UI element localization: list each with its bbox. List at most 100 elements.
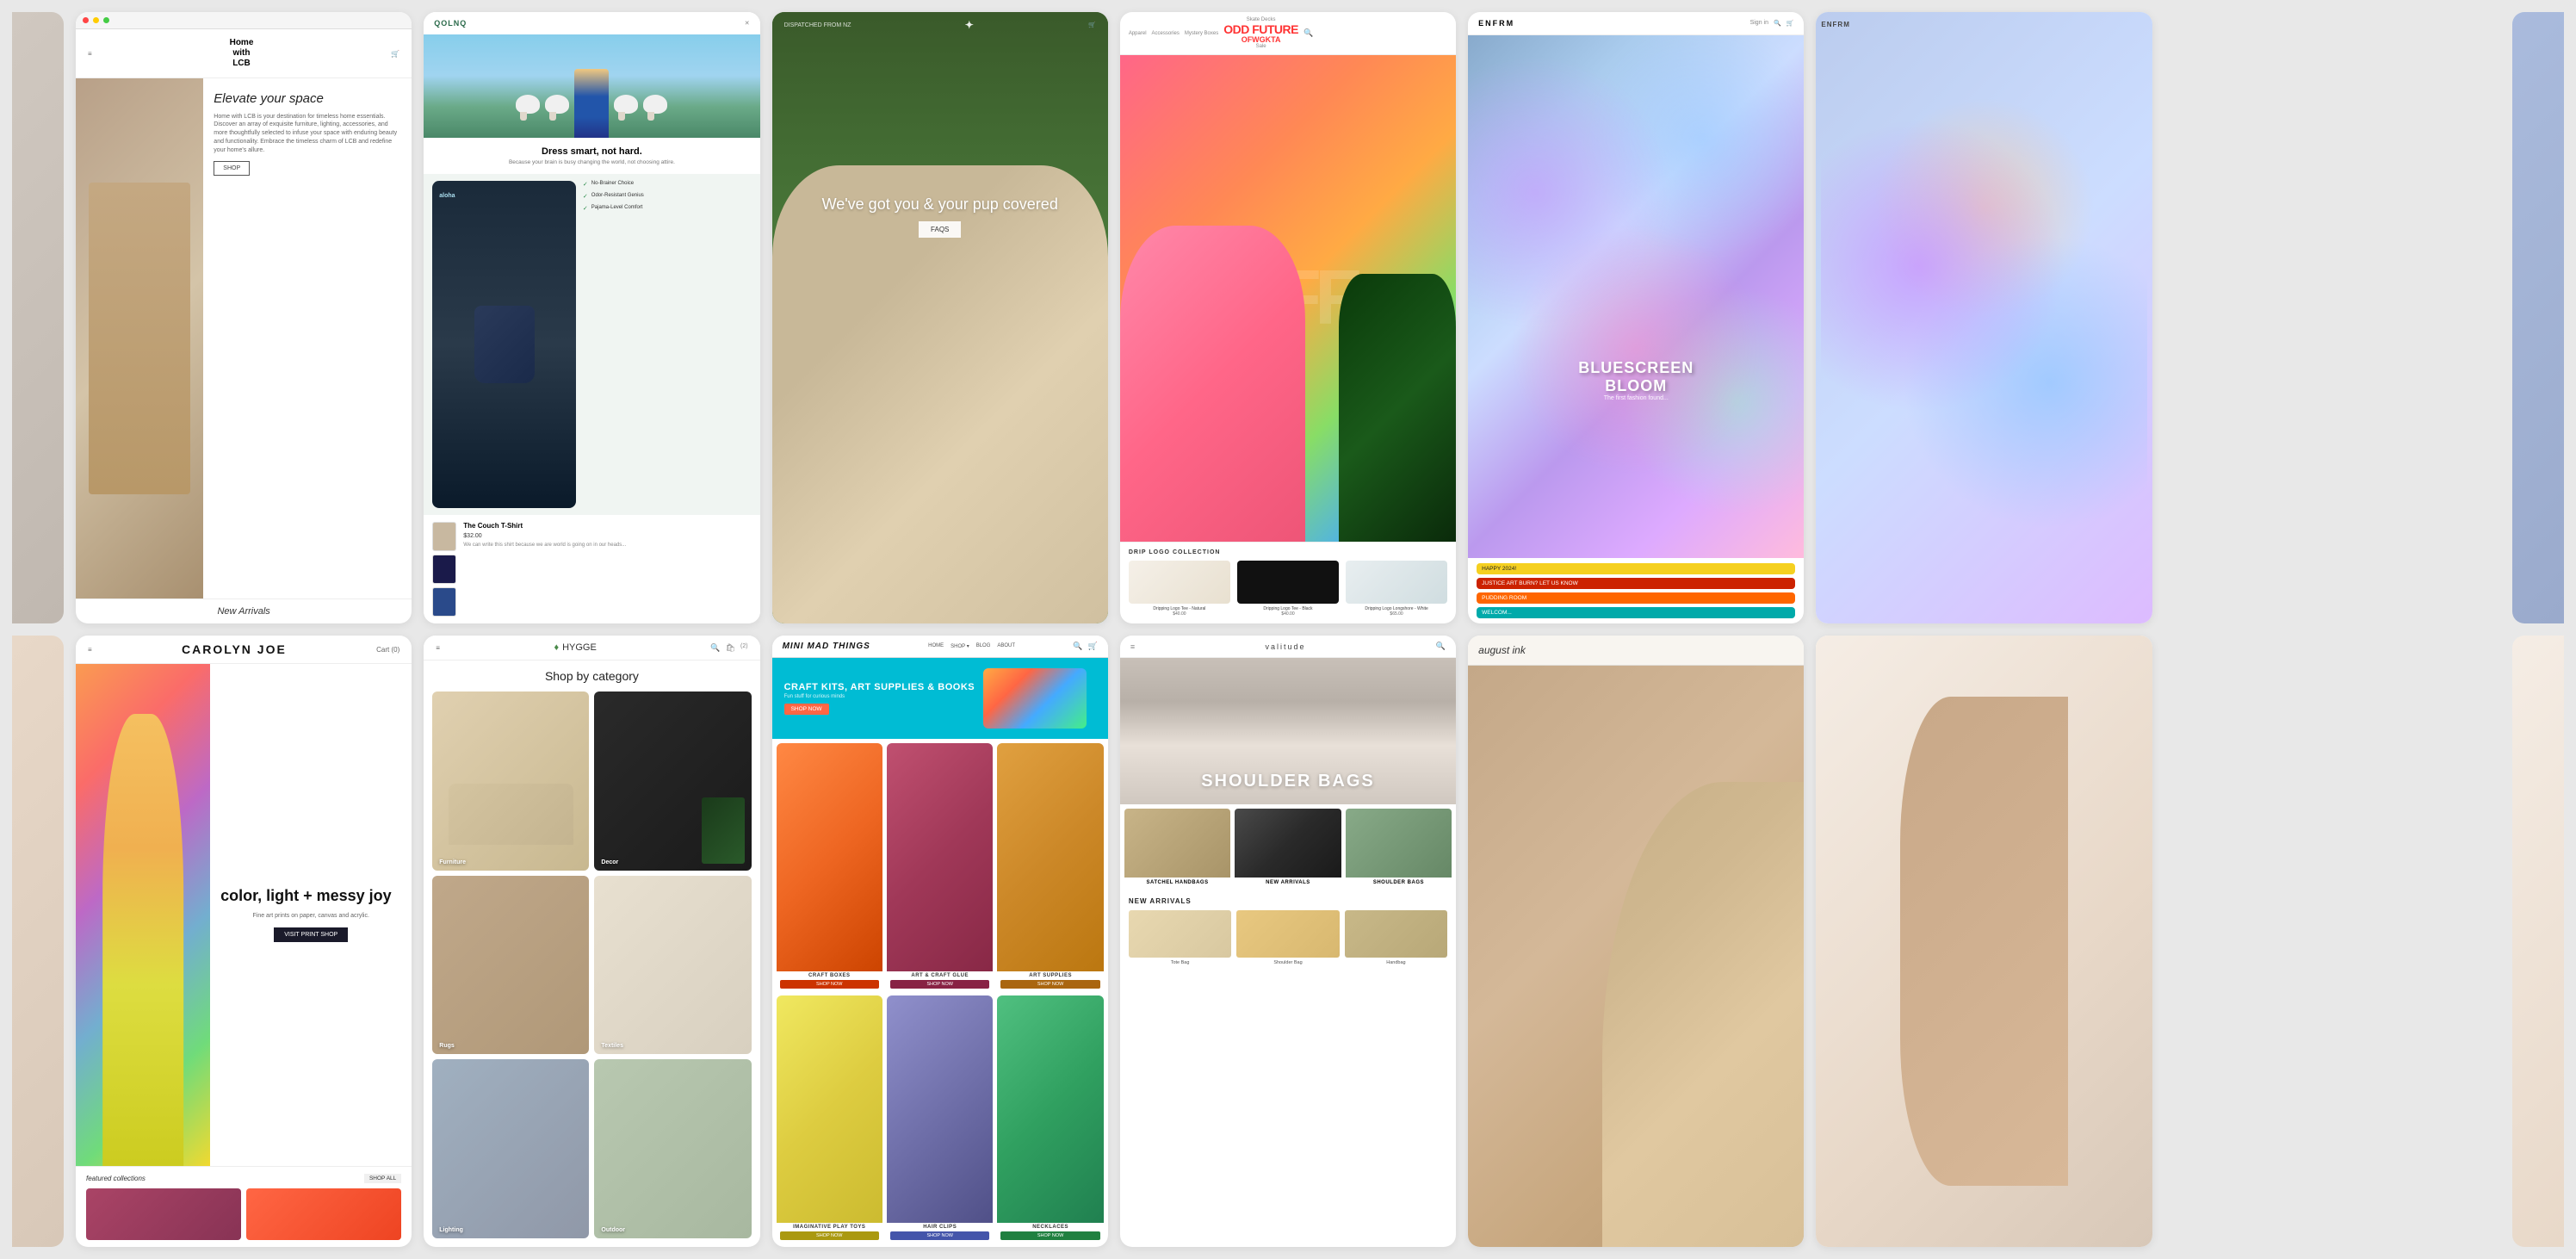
mini-cat-art-supplies-btn[interactable]: SHOP NOW [1000,980,1099,989]
bloom-header: ENFRM Sign in 🔍 🛒 [1468,12,1804,35]
odd-product-3[interactable]: Dripping Logo Longshore - White $65.00 [1346,561,1447,617]
valitude-menu[interactable]: ≡ [1130,642,1135,651]
mini-cat-craft-boxes-btn[interactable]: SHOP NOW [780,980,879,989]
mini-categories-grid: CRAFT BOXES SHOP NOW ART & CRAFT GLUE SH… [772,739,1108,1247]
aloha-close[interactable]: ✕ [745,20,750,27]
hygge-cat-decor[interactable]: Decor [594,692,751,871]
lcb-cart-icon[interactable]: 🛒 [391,50,399,58]
hygge-menu[interactable]: ≡ [436,644,440,652]
mini-cat-necklaces[interactable]: NECKLACES SHOP NOW [997,995,1103,1243]
tshirt-thumb-3[interactable] [432,587,456,617]
mini-cat-craft-boxes[interactable]: CRAFT BOXES SHOP NOW [777,743,882,991]
bloom-header-actions: Sign in 🔍 🛒 [1750,20,1794,27]
hygge-search-icon[interactable]: 🔍 [710,643,720,653]
odd-product-img-1 [1129,561,1230,604]
mini-nav-shop[interactable]: SHOP ▾ [951,643,969,649]
lcb-body: Elevate your space Home with LCB is your… [76,78,412,598]
aloha-features: No-Brainer Choice Odor-Resistant Genius … [583,181,752,508]
lcb-shop-button[interactable]: SHOP [214,161,250,176]
odd-nav-accessories[interactable]: Accessories [1152,31,1180,36]
carolyn-collections-header: featured collections SHOP ALL [86,1174,401,1183]
hygge-furniture-img [432,692,589,871]
valitude-cat-new-arrivals[interactable]: NEW ARRIVALS [1235,809,1341,888]
carolyn-text-block: color, light + messy joy Fine art prints… [210,664,412,1166]
mini-cat-hair-clips-label: HAIR CLIPS [887,1223,993,1231]
bloom-link-happy[interactable]: HAPPY 2024! [1477,563,1795,574]
carolyn-visit-btn[interactable]: VISIT PRINT SHOP [274,927,348,942]
mini-nav-home[interactable]: HOME [928,643,944,649]
carolyn-collection-img-2[interactable] [246,1188,401,1240]
mini-cat-art-craft-btn[interactable]: SHOP NOW [890,980,989,989]
hygge-cat-lighting[interactable]: Lighting [432,1059,589,1238]
odd-hoodie-image [1120,226,1305,542]
mini-cat-art-supplies-label: ART SUPPLIES [997,971,1103,980]
bloom-link-justice[interactable]: JUSTICE ART BURN? LET US KNOW [1477,578,1795,589]
mini-header: MINI MAD THINGS HOME SHOP ▾ BLOG ABOUT 🔍… [772,636,1108,658]
valitude-search-icon[interactable]: 🔍 [1436,642,1446,651]
mini-cat-necklaces-btn[interactable]: SHOP NOW [1000,1231,1099,1240]
mini-cat-play-toys[interactable]: IMAGINATIVE PLAY TOYS SHOP NOW [777,995,882,1243]
pups-faqs-button[interactable]: FAQS [919,221,961,238]
valitude-bag-2[interactable]: Shoulder Bag [1236,910,1339,965]
aloha-feature-2: Odor-Resistant Genius [583,193,752,200]
dot-red [83,17,89,23]
hygge-cat-rugs[interactable]: Rugs [432,876,589,1055]
lcb-menu-icon[interactable]: ≡ [88,50,92,58]
tshirt-thumb-1[interactable] [432,522,456,551]
bloom-signin[interactable]: Sign in [1750,20,1768,27]
valitude-cat-satchel-img [1124,809,1230,878]
mini-cart-icon[interactable]: 🛒 [1088,642,1098,651]
valitude-cat-shoulder[interactable]: SHOULDER BAGS [1346,809,1452,888]
mini-cat-play-toys-btn[interactable]: SHOP NOW [780,1231,879,1240]
tshirt-description: We can write this shirt because we are w… [463,543,751,549]
mini-cat-art-supplies[interactable]: ART SUPPLIES SHOP NOW [997,743,1103,991]
hygge-cat-furniture[interactable]: Furniture [432,692,589,871]
dot-green [103,17,109,23]
bloom-link-welcome[interactable]: WELCOM... [1477,607,1795,618]
mini-cat-art-craft-img [887,743,993,971]
carolyn-cart[interactable]: Cart (0) [376,646,399,654]
odd-nav-mystery[interactable]: Mystery Boxes [1185,31,1218,36]
aloha-subheadline: Because your brain is busy changing the … [436,159,747,165]
august-arm-image [1602,782,1804,1247]
lcb-room-image [76,78,203,598]
valitude-cat-shoulder-img [1346,809,1452,878]
mini-search-icon[interactable]: 🔍 [1073,642,1082,651]
bloom-cart-icon[interactable]: 🛒 [1786,20,1794,27]
odd-search-icon[interactable]: 🔍 [1303,28,1313,38]
mini-cat-hair-clips-btn[interactable]: SHOP NOW [890,1231,989,1240]
mini-nav-blog[interactable]: BLOG [976,643,991,649]
hygge-bag-icon[interactable]: 🛍 [726,643,735,653]
tshirt-thumb-2[interactable] [432,555,456,584]
mini-hero-btn[interactable]: SHOP NOW [784,704,829,715]
valitude-cat-satchel[interactable]: SATCHEL HANDBAGS [1124,809,1230,888]
odd-product-2[interactable]: Dripping Logo Tee - Black $40.00 [1237,561,1339,617]
bloom-link-pudding[interactable]: PUDDING ROOM [1477,592,1795,604]
bloom-search-icon[interactable]: 🔍 [1774,20,1781,27]
pups-cart[interactable]: 🛒 [1088,22,1096,28]
hygge-cat-textiles[interactable]: Textiles [594,876,751,1055]
lcb-site-title: Home with LCB [230,38,254,69]
mini-hero-title: CRAFT KITS, ART SUPPLIES & BOOKS [784,682,975,692]
card-enframe-partial: ENFRM [1816,12,2152,623]
mini-logo: MINI MAD THINGS [783,642,870,651]
carolyn-shop-all-btn[interactable]: SHOP ALL [364,1174,401,1183]
valitude-cat-shoulder-label: SHOULDER BAGS [1346,878,1452,888]
partial-bottom-right-content [1816,636,2152,1247]
mini-nav-about[interactable]: ABOUT [997,643,1015,649]
mini-cat-art-craft-glue[interactable]: ART & CRAFT GLUE SHOP NOW [887,743,993,991]
august-header: august ink [1468,636,1804,666]
hygge-cat-outdoor[interactable]: Outdoor [594,1059,751,1238]
tshirt-name: The Couch T-Shirt [463,522,751,530]
valitude-hero-text: SHOULDER BAGS [1120,772,1456,791]
mini-nav: HOME SHOP ▾ BLOG ABOUT [928,643,1015,649]
valitude-bag-3[interactable]: Handbag [1345,910,1447,965]
carolyn-menu[interactable]: ≡ [88,646,92,654]
odd-product-1[interactable]: Dripping Logo Tee - Natural $40.00 [1129,561,1230,617]
odd-nav-sale[interactable]: Sale [1256,44,1266,49]
mini-cat-hair-clips[interactable]: HAIR CLIPS SHOP NOW [887,995,993,1243]
valitude-bag-1[interactable]: Tote Bag [1129,910,1231,965]
carolyn-collection-img-1[interactable] [86,1188,241,1240]
odd-nav-apparel[interactable]: Apparel [1129,31,1147,36]
lcb-footer: New Arrivals [76,598,412,623]
